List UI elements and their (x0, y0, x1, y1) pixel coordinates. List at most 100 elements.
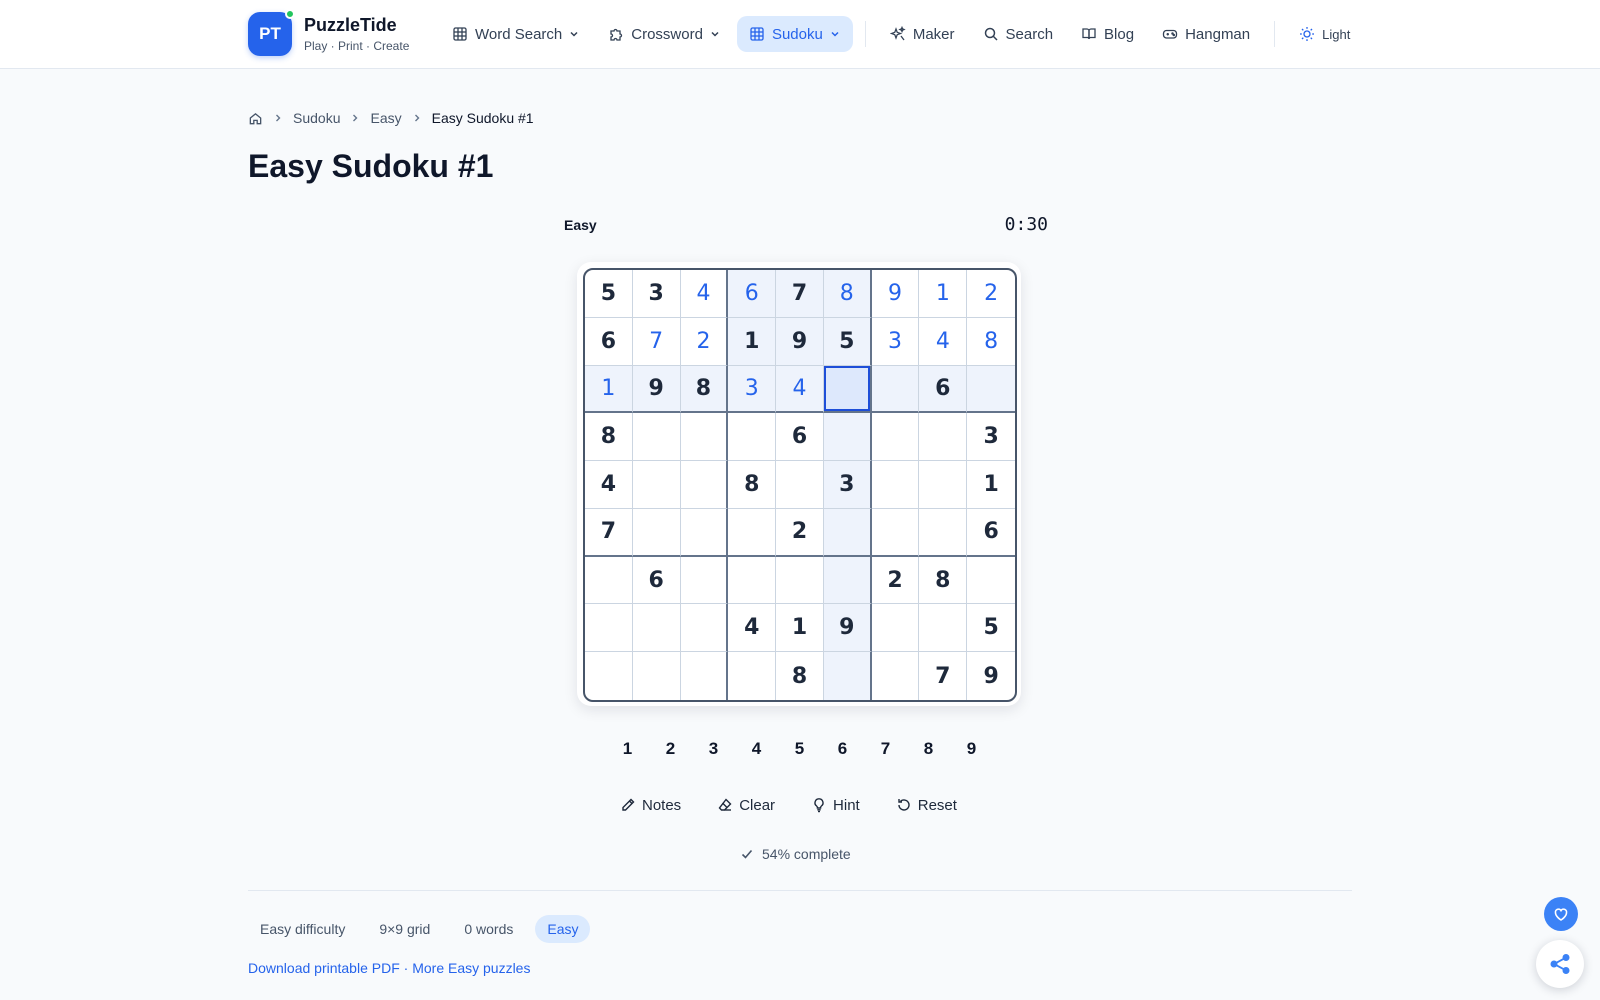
sudoku-cell[interactable]: 6 (776, 413, 824, 462)
sudoku-cell[interactable]: 4 (585, 461, 633, 509)
brand-name[interactable]: PuzzleTide (304, 15, 409, 36)
download-pdf-link[interactable]: Download printable PDF (248, 960, 400, 976)
sudoku-cell[interactable]: 9 (823, 604, 872, 653)
nav-search[interactable]: Search (971, 16, 1066, 52)
sudoku-cell[interactable]: 4 (680, 270, 729, 318)
sudoku-cell[interactable]: 7 (776, 270, 824, 318)
sudoku-cell[interactable] (872, 652, 920, 700)
sudoku-cell[interactable]: 5 (823, 317, 872, 366)
sudoku-cell[interactable]: 9 (632, 365, 681, 414)
sudoku-cell[interactable] (919, 413, 968, 462)
sudoku-cell[interactable]: 9 (967, 652, 1015, 700)
sudoku-cell[interactable]: 9 (871, 270, 920, 318)
sudoku-cell[interactable]: 3 (632, 270, 681, 318)
sudoku-cell[interactable] (632, 461, 681, 509)
sudoku-cell[interactable] (823, 365, 872, 414)
sudoku-cell[interactable]: 3 (728, 365, 777, 414)
sudoku-cell[interactable]: 9 (776, 317, 824, 366)
sudoku-cell[interactable] (919, 604, 968, 653)
sudoku-cell[interactable] (632, 413, 681, 462)
sudoku-cell[interactable]: 6 (919, 365, 968, 414)
nav-blog[interactable]: Blog (1069, 16, 1146, 52)
sudoku-cell[interactable]: 2 (680, 317, 729, 366)
notes-button[interactable]: Notes (620, 794, 681, 816)
sudoku-cell[interactable] (632, 604, 681, 653)
theme-toggle[interactable]: Light (1287, 16, 1362, 52)
sudoku-cell[interactable] (585, 556, 633, 605)
number-button[interactable]: 4 (735, 734, 778, 764)
sudoku-cell[interactable]: 8 (680, 365, 729, 414)
sudoku-cell[interactable]: 5 (585, 270, 633, 318)
sudoku-cell[interactable] (871, 461, 920, 509)
sudoku-cell[interactable] (871, 413, 920, 462)
sudoku-cell[interactable] (967, 557, 1015, 605)
sudoku-cell[interactable] (823, 508, 872, 557)
favorite-button[interactable] (1544, 897, 1578, 931)
sudoku-cell[interactable]: 2 (776, 508, 824, 557)
sudoku-cell[interactable]: 8 (967, 318, 1015, 366)
share-button[interactable] (1536, 940, 1584, 988)
sudoku-cell[interactable]: 6 (967, 509, 1015, 557)
sudoku-cell[interactable] (919, 508, 968, 557)
sudoku-cell[interactable] (823, 652, 872, 700)
number-button[interactable]: 9 (950, 734, 993, 764)
sudoku-cell[interactable]: 7 (919, 652, 968, 700)
sudoku-cell[interactable]: 3 (967, 413, 1015, 462)
sudoku-cell[interactable]: 3 (871, 317, 920, 366)
sudoku-cell[interactable]: 8 (776, 652, 824, 700)
number-button[interactable]: 5 (778, 734, 821, 764)
reset-button[interactable]: Reset (896, 794, 957, 816)
sudoku-cell[interactable] (776, 556, 824, 605)
nav-maker[interactable]: Maker (878, 16, 967, 52)
breadcrumb-sudoku[interactable]: Sudoku (293, 110, 340, 126)
number-button[interactable]: 7 (864, 734, 907, 764)
sudoku-cell[interactable] (680, 413, 729, 462)
sudoku-cell[interactable] (823, 413, 872, 462)
sudoku-cell[interactable] (632, 508, 681, 557)
brand[interactable]: PT PuzzleTide Play · Print · Create (248, 9, 409, 56)
number-button[interactable]: 8 (907, 734, 950, 764)
sudoku-cell[interactable]: 5 (967, 604, 1015, 653)
sudoku-cell[interactable] (776, 461, 824, 509)
sudoku-cell[interactable] (728, 413, 777, 462)
number-button[interactable]: 1 (606, 734, 649, 764)
sudoku-cell[interactable] (633, 652, 681, 700)
tag-level-pill[interactable]: Easy (535, 915, 591, 943)
sudoku-cell[interactable] (728, 508, 777, 557)
sudoku-cell[interactable]: 3 (823, 461, 872, 509)
sudoku-cell[interactable] (585, 604, 633, 653)
sudoku-cell[interactable]: 6 (728, 270, 777, 318)
sudoku-cell[interactable] (919, 461, 968, 509)
logo[interactable]: PT (248, 9, 295, 56)
nav-hangman[interactable]: Hangman (1150, 16, 1262, 52)
home-icon[interactable] (248, 111, 263, 126)
sudoku-cell[interactable]: 1 (728, 317, 777, 366)
sudoku-cell[interactable] (585, 652, 633, 700)
hint-button[interactable]: Hint (811, 794, 860, 816)
sudoku-cell[interactable]: 7 (632, 317, 681, 366)
number-button[interactable]: 6 (821, 734, 864, 764)
nav-crossword[interactable]: Crossword (596, 16, 733, 52)
sudoku-cell[interactable]: 1 (967, 461, 1015, 509)
sudoku-cell[interactable]: 4 (919, 317, 968, 366)
sudoku-cell[interactable] (680, 461, 729, 509)
sudoku-cell[interactable]: 1 (919, 270, 968, 318)
sudoku-cell[interactable]: 4 (776, 365, 824, 414)
sudoku-cell[interactable] (871, 508, 920, 557)
sudoku-cell[interactable] (871, 604, 920, 653)
sudoku-cell[interactable]: 1 (776, 604, 824, 653)
sudoku-cell[interactable]: 2 (871, 556, 920, 605)
breadcrumb-easy[interactable]: Easy (370, 110, 401, 126)
sudoku-cell[interactable] (823, 556, 872, 605)
sudoku-cell[interactable] (871, 365, 920, 414)
sudoku-cell[interactable] (967, 365, 1015, 414)
sudoku-cell[interactable]: 8 (823, 270, 872, 318)
sudoku-cell[interactable]: 7 (585, 508, 633, 557)
sudoku-cell[interactable]: 8 (585, 413, 633, 462)
sudoku-cell[interactable]: 4 (728, 604, 777, 653)
sudoku-cell[interactable]: 1 (585, 365, 633, 414)
more-easy-puzzles-link[interactable]: More Easy puzzles (412, 960, 530, 976)
sudoku-cell[interactable]: 8 (728, 461, 777, 509)
sudoku-cell[interactable] (680, 556, 729, 605)
sudoku-cell[interactable]: 6 (585, 317, 633, 366)
